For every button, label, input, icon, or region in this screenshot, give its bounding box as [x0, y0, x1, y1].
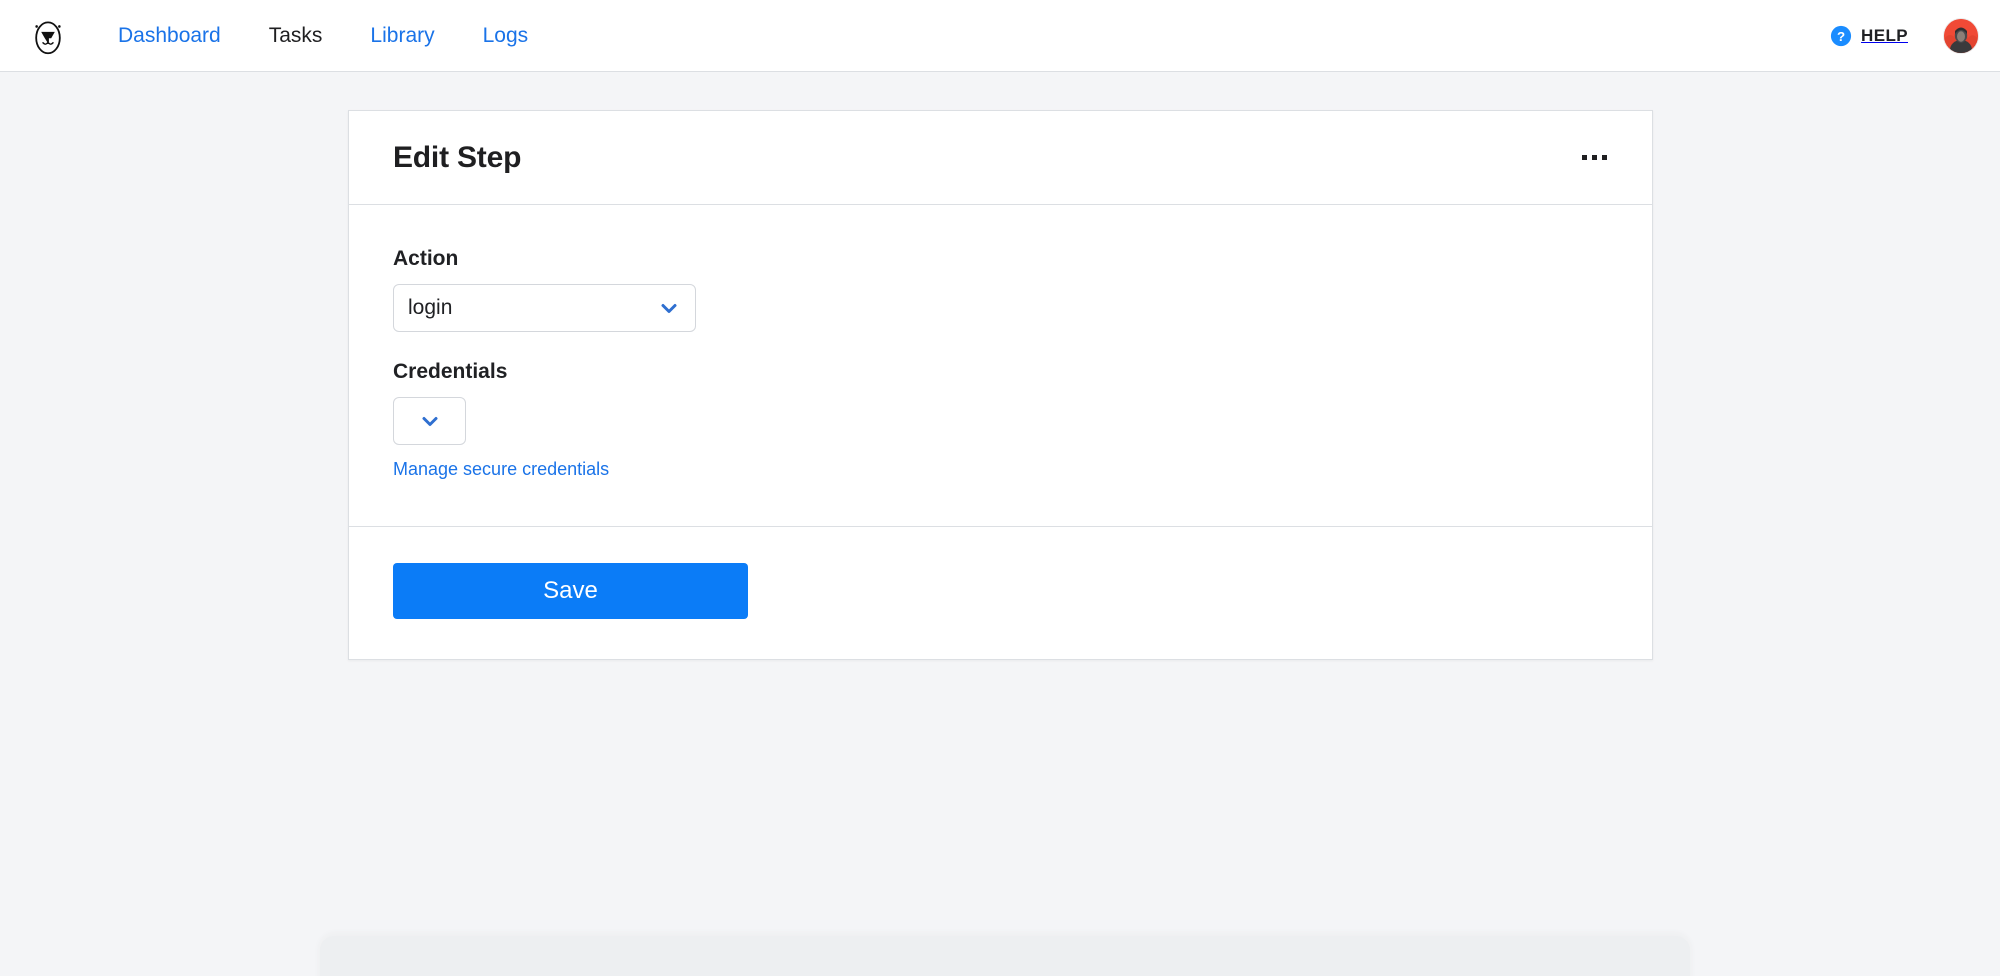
- help-button[interactable]: ? HELP: [1830, 25, 1908, 47]
- egg-mascot-icon: [35, 20, 61, 54]
- ellipsis-dot: [1591, 155, 1597, 160]
- ellipsis-dot: [1601, 155, 1607, 160]
- question-mark-circle-icon: ?: [1830, 25, 1852, 47]
- page-title: Edit Step: [393, 140, 522, 174]
- avatar-image: [1944, 19, 1978, 53]
- bottom-peek-panel[interactable]: [320, 936, 1690, 976]
- egg-mascot-logo[interactable]: [26, 14, 70, 58]
- save-button[interactable]: Save: [393, 563, 748, 619]
- top-navigation-bar: Dashboard Tasks Library Logs ? HELP: [0, 0, 2000, 72]
- chevron-down-icon: [661, 304, 677, 313]
- action-select[interactable]: login: [393, 284, 696, 332]
- svg-text:?: ?: [1837, 29, 1845, 44]
- help-label: HELP: [1861, 26, 1908, 45]
- main-navigation: Dashboard Tasks Library Logs: [94, 18, 552, 54]
- field-group-action: Action login: [393, 247, 1608, 332]
- user-avatar[interactable]: [1944, 19, 1978, 53]
- action-select-value: login: [408, 296, 453, 319]
- field-group-credentials: Credentials Manage secure credentials: [393, 360, 1608, 480]
- nav-item-library[interactable]: Library: [346, 18, 458, 54]
- nav-item-tasks[interactable]: Tasks: [245, 18, 347, 54]
- credentials-label: Credentials: [393, 360, 508, 383]
- nav-item-logs[interactable]: Logs: [459, 18, 553, 54]
- topbar-right-group: ? HELP: [1830, 0, 1978, 72]
- card-body: Action login Credentials Manage secure c…: [349, 205, 1652, 527]
- card-footer: Save: [349, 527, 1652, 659]
- manage-secure-credentials-link[interactable]: Manage secure credentials: [393, 459, 609, 480]
- action-label: Action: [393, 247, 459, 270]
- edit-step-card: Edit Step Action login Credentials Manag…: [348, 110, 1653, 660]
- credentials-select[interactable]: [393, 397, 466, 445]
- card-header: Edit Step: [349, 111, 1652, 205]
- nav-item-dashboard[interactable]: Dashboard: [94, 18, 245, 54]
- chevron-down-icon: [422, 417, 437, 426]
- ellipsis-dot: [1581, 155, 1587, 160]
- ellipsis-horizontal-icon[interactable]: [1574, 138, 1614, 178]
- page-content: Edit Step Action login Credentials Manag…: [0, 72, 2000, 976]
